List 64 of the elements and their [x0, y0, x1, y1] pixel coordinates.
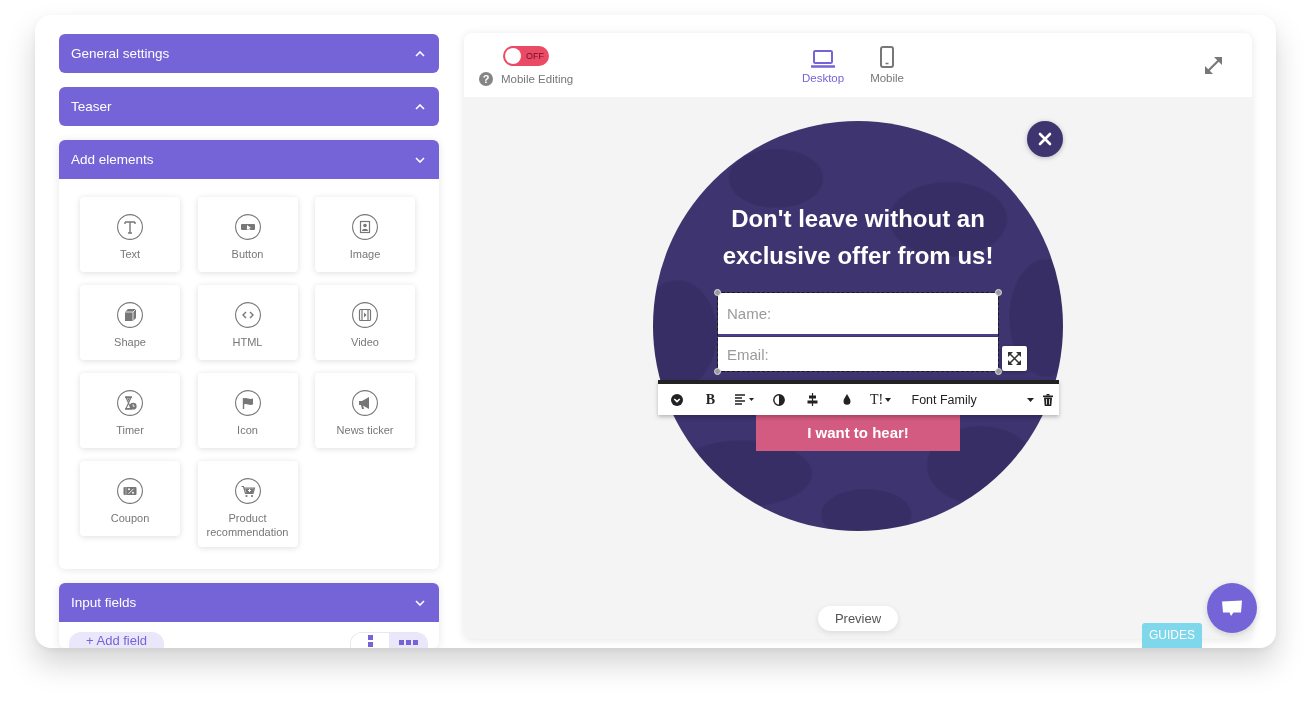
- caret-down-icon: [885, 397, 892, 402]
- expand-icon[interactable]: [1204, 55, 1223, 75]
- laptop-icon: [811, 50, 836, 68]
- accordion-header[interactable]: General settings: [59, 34, 439, 73]
- cube-icon: [117, 302, 143, 328]
- selection-handle[interactable]: [714, 368, 721, 375]
- droplet-icon[interactable]: [842, 394, 851, 405]
- toggle-knob: [505, 47, 522, 64]
- align-left-icon[interactable]: [734, 394, 755, 405]
- chevron-circle-icon[interactable]: [670, 393, 683, 406]
- mobile-editing-label: Mobile Editing: [501, 72, 574, 85]
- device-tab[interactable]: Mobile: [870, 46, 905, 84]
- close-icon: [1038, 132, 1052, 146]
- cta-button[interactable]: I want to hear!: [756, 415, 960, 451]
- font-family-dropdown[interactable]: Font Family: [911, 392, 1042, 407]
- accordion-header[interactable]: Teaser: [59, 87, 439, 126]
- toggle-switch[interactable]: OFF: [503, 45, 550, 66]
- smartphone-icon: [880, 46, 895, 68]
- layout-option[interactable]: [351, 633, 389, 648]
- close-button[interactable]: [1027, 121, 1063, 157]
- cart-icon: [234, 478, 261, 504]
- element-tile[interactable]: Product recommendation: [197, 461, 298, 547]
- element-tile[interactable]: Image: [315, 197, 415, 272]
- trash-icon[interactable]: [1042, 393, 1053, 406]
- chat-bubble-icon: [1221, 599, 1243, 617]
- input-field[interactable]: Email:: [718, 337, 998, 371]
- selection-handle[interactable]: [995, 289, 1002, 296]
- bold-button[interactable]: B: [705, 391, 716, 408]
- element-tile[interactable]: HTML: [197, 285, 298, 360]
- align-center-icon[interactable]: [807, 393, 818, 406]
- selection-handle[interactable]: [714, 289, 721, 296]
- button-cursor-icon: [234, 214, 261, 240]
- element-tile[interactable]: Video: [315, 285, 415, 360]
- element-tile[interactable]: Icon: [197, 373, 298, 448]
- contrast-icon[interactable]: [772, 393, 785, 406]
- portrait-icon: [352, 214, 378, 240]
- row-squares-icon: [398, 640, 418, 645]
- element-tile[interactable]: Shape: [80, 285, 180, 360]
- film-icon: [352, 302, 378, 328]
- expand-arrows-icon[interactable]: [1002, 346, 1027, 371]
- text-size-button[interactable]: T!: [869, 391, 892, 408]
- popup-headline: Don't leave without an exclusive offer from us!: [721, 204, 995, 271]
- hourglass-icon: [117, 390, 143, 416]
- text-icon: [117, 214, 143, 240]
- flag-icon: [234, 390, 261, 416]
- coupon-icon: [117, 478, 143, 504]
- input-field[interactable]: Name:: [718, 293, 998, 336]
- preview-button[interactable]: Preview: [817, 606, 899, 631]
- element-tile[interactable]: Coupon: [80, 461, 180, 536]
- element-tile[interactable]: Button: [197, 197, 298, 272]
- caret-down-icon: [1026, 397, 1034, 402]
- megaphone-icon: [352, 390, 378, 416]
- layout-option[interactable]: [389, 633, 427, 648]
- selection-handle[interactable]: [995, 368, 1002, 375]
- element-tile[interactable]: News ticker: [315, 373, 415, 448]
- add-field-button[interactable]: + Add field: [69, 632, 165, 648]
- element-tile[interactable]: Timer: [80, 373, 180, 448]
- accordion-header[interactable]: Add elements: [59, 140, 439, 179]
- code-icon: [234, 302, 261, 328]
- help-button[interactable]: ?: [479, 71, 493, 86]
- element-tile[interactable]: Text: [80, 197, 180, 272]
- stacked-squares-icon: [367, 635, 373, 648]
- device-tab[interactable]: Desktop: [801, 46, 845, 84]
- accordion-header[interactable]: Input fields: [59, 583, 439, 622]
